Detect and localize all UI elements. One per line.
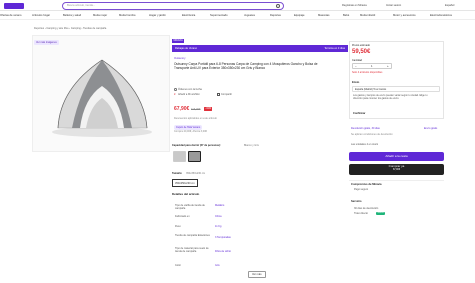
quantity-value[interactable]: 1	[371, 65, 373, 68]
estimated-price-label: Precio estimado	[352, 44, 370, 47]
language-selector[interactable]: Español	[445, 4, 454, 7]
promo-tag: MIRAVIA	[172, 39, 185, 44]
category-item[interactable]: Moda mujer	[93, 14, 107, 17]
category-item[interactable]: Electrónica	[182, 14, 195, 17]
shipping-title: Envío	[352, 81, 360, 84]
detail-key: Fabricado en	[175, 215, 190, 218]
search-placeholder: Busca artículo, tienda...	[67, 4, 96, 8]
divider	[349, 180, 444, 181]
share-button[interactable]: Compartir	[221, 93, 232, 96]
category-item[interactable]: Mascotas	[318, 14, 330, 17]
confirm-button[interactable]: Confirmar	[353, 112, 365, 115]
return-note: Se aplican condiciones de devolución	[351, 133, 393, 136]
more-images-badge[interactable]: Ver más imágenes	[34, 40, 59, 46]
detail-key: Color	[175, 264, 181, 267]
shipping-text: Los gastos y tiempos de envío pueden var…	[353, 94, 428, 100]
product-title: Outsunny Carpa Portátil para 6-8 Persona…	[174, 61, 318, 70]
new-badge: Nuevo	[376, 211, 386, 216]
brand-link[interactable]: Outsunny	[174, 57, 186, 60]
wishlist-button[interactable]: Añadir a Mi wishlist	[178, 93, 199, 96]
detail-value: 11 Kg	[215, 225, 222, 228]
detail-key: Peso	[175, 225, 181, 228]
detail-key: Tipo de material para suelo de tienda de…	[175, 247, 209, 254]
commitment-title: Compromiso de Miravia	[351, 183, 382, 186]
variant-value: Blanco y Gris	[244, 144, 259, 147]
detail-value: Fibra de vidrio	[215, 250, 231, 253]
top-bar: Busca artículo, tienda... Regístrate en …	[0, 0, 475, 11]
category-item[interactable]: Supermercado	[210, 14, 228, 17]
detail-key: Tienda de campaña Estaciones	[175, 234, 210, 237]
shipping-region-select[interactable]: España (Madrid) Tres Cantos	[352, 86, 440, 92]
minus-button[interactable]: −	[355, 64, 357, 69]
add-to-cart-button[interactable]: Añadir a la cesta	[349, 152, 444, 161]
category-item[interactable]: Moda hombre	[119, 14, 136, 17]
promo-banner: Rebajas de Verano Termina en 3 días	[172, 45, 348, 52]
category-item[interactable]: Bebé	[343, 14, 349, 17]
detail-value: China	[215, 215, 222, 218]
plus-button[interactable]: +	[387, 64, 389, 69]
detail-key: Tipo de varilla de tienda de campaña	[175, 204, 205, 211]
category-item[interactable]: Moda infantil	[360, 14, 375, 17]
coupon-note: Compra 20,00€, Ahorra 3,00€	[174, 130, 207, 133]
discount-note: Descuentos aplicables en este artículo	[174, 117, 217, 120]
color-swatch-selected[interactable]	[188, 151, 201, 162]
promo-text: Rebajas de Verano	[175, 46, 198, 50]
share-icon[interactable]	[217, 93, 220, 96]
service-title: Servicio	[351, 200, 362, 203]
detail-value: 3 Temporadas	[215, 236, 231, 239]
size-value: 350x350x230 cm	[186, 172, 206, 175]
units-note: Las unidades 4 en stock	[351, 143, 378, 146]
buy-now-button[interactable]: Comprar ya 67,90€	[349, 164, 444, 175]
coupon-badge[interactable]: Cupón de Hola Verano	[174, 125, 203, 130]
register-link[interactable]: Regístrate en Miravia	[342, 4, 367, 7]
heart-icon[interactable]: ♥	[174, 93, 176, 96]
size-option[interactable]: 350x350x230 cm	[172, 179, 198, 188]
free-shipping-link[interactable]: Envío gratis	[424, 127, 437, 130]
detail-value: Metálico	[215, 204, 225, 207]
free-return-label[interactable]: Devolución gratis, 30 días	[351, 127, 380, 130]
detail-value: Gris	[215, 264, 220, 267]
buybox-price: 59,50€	[352, 49, 371, 55]
category-item[interactable]: Motor y accesorios	[393, 14, 416, 17]
quantity-stepper[interactable]: − 1 +	[352, 63, 392, 69]
service-item: 30 días de devolución	[354, 207, 379, 210]
original-price: 116,79€	[191, 107, 201, 111]
login-link[interactable]: Iniciar sesión	[386, 4, 401, 7]
category-item[interactable]: Deportes	[270, 14, 281, 17]
search-input[interactable]: Busca artículo, tienda...	[62, 1, 284, 10]
details-title: Detalles del artículo	[172, 192, 200, 196]
order-info: Órdenes con la fecha	[178, 88, 202, 91]
stock-note: Solo 4 artículos disponibles	[352, 71, 383, 74]
category-item[interactable]: Electrodomésticos	[430, 14, 452, 17]
miravia-logo[interactable]	[4, 2, 24, 9]
search-icon[interactable]	[276, 3, 280, 8]
breadcrumb[interactable]: Deportes › Camping y aire libre › Campin…	[34, 27, 106, 30]
see-more-button[interactable]: Ver más	[248, 271, 266, 279]
category-item[interactable]: Hogar y jardín	[149, 14, 166, 17]
color-swatch[interactable]	[173, 151, 186, 162]
promo-countdown: Termina en 3 días	[324, 46, 345, 50]
variant-label: Capacidad para dormir (N° de personas):	[172, 144, 221, 147]
size-label: Tamaño:	[172, 172, 183, 175]
clock-icon	[174, 88, 177, 91]
category-item[interactable]: Belleza y salud	[63, 14, 81, 17]
category-item[interactable]: Juguetes	[244, 14, 255, 17]
service-item: Trato directo	[354, 212, 368, 215]
category-item[interactable]: Equipaje	[294, 14, 304, 17]
product-price: 67,90€	[174, 106, 190, 112]
commitment-item: Pago seguro	[354, 188, 369, 191]
quantity-label: Cantidad	[352, 59, 363, 62]
buy-now-price: 67,90€	[392, 168, 401, 171]
category-item[interactable]: Ofertas de verano	[0, 14, 22, 17]
product-image[interactable]	[50, 48, 155, 140]
discount-badge: -41%	[204, 106, 213, 111]
category-item[interactable]: Artículos hogar	[32, 14, 50, 17]
category-bar: Ofertas de verano Artículos hogar Bellez…	[0, 12, 475, 20]
